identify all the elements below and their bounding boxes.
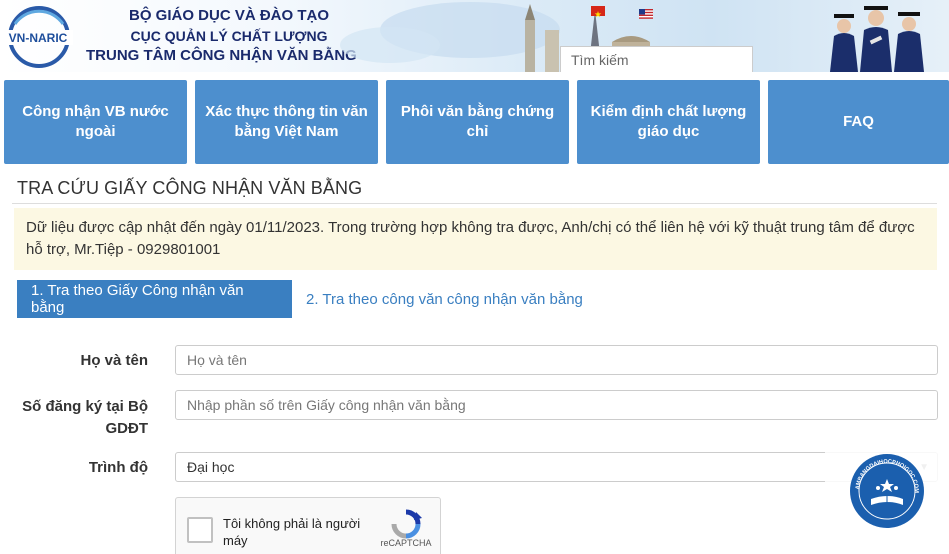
recaptcha-brand: reCAPTCHA (380, 538, 432, 548)
nav-item-quality-accreditation[interactable]: Kiểm định chất lượng giáo dục (577, 80, 760, 164)
update-notice: Dữ liệu được cập nhật đến ngày 01/11/202… (14, 208, 937, 270)
tab-search-by-document[interactable]: 2. Tra theo công văn công nhận văn bằng (292, 280, 597, 318)
registration-label-line-1: Số đăng ký tại Bộ (22, 398, 148, 415)
recaptcha-label: Tôi không phải là người máy (223, 516, 361, 548)
search-input[interactable]: Tìm kiếm (560, 46, 753, 72)
main-nav: Công nhận VB nước ngoài Xác thực thông t… (0, 80, 949, 164)
nav-item-foreign-degree[interactable]: Công nhận VB nước ngoài (4, 80, 187, 164)
level-select[interactable]: Đại học ▼ (175, 452, 938, 482)
recaptcha-logo-icon (391, 509, 422, 539)
us-flag-icon[interactable] (639, 6, 653, 19)
recaptcha-widget: Tôi không phải là người máy reCAPTCHA (175, 497, 441, 554)
recaptcha-checkbox[interactable] (187, 517, 213, 543)
page-title: TRA CỨU GIẤY CÔNG NHẬN VĂN BẰNG (17, 178, 363, 198)
site-header: VN-NARIC BỘ GIÁO DỤC VÀ ĐÀO TẠO CỤC QUẢN… (0, 0, 949, 72)
nav-item-verify-vn-degree[interactable]: Xác thực thông tin văn bằng Việt Nam (195, 80, 378, 164)
name-label: Họ và tên (80, 352, 148, 369)
logo-text: VN-NARIC (9, 31, 68, 45)
nav-item-faq[interactable]: FAQ (768, 80, 949, 164)
watermark-logo-icon: LAMBANGDAIHOCPHOIGOC.COM (849, 453, 924, 528)
tab-search-by-certificate[interactable]: 1. Tra theo Giấy Công nhận văn bằng (17, 280, 292, 318)
graduates-image (830, 6, 924, 72)
registration-label: Số đăng ký tại Bộ GDĐT (10, 396, 148, 440)
title-divider (12, 203, 937, 204)
name-input[interactable]: Họ và tên (175, 345, 938, 375)
vietnam-flag-icon[interactable] (591, 6, 605, 18)
nav-item-degree-blanks[interactable]: Phôi văn bằng chứng chỉ (386, 80, 569, 164)
registration-label-line-2: GDĐT (105, 420, 149, 437)
level-label: Trình độ (88, 459, 148, 476)
level-selected-value: Đại học (187, 459, 235, 475)
registration-number-input[interactable]: Nhập phần số trên Giấy công nhận văn bằn… (175, 390, 938, 420)
vn-naric-logo[interactable]: VN-NARIC (3, 6, 73, 68)
